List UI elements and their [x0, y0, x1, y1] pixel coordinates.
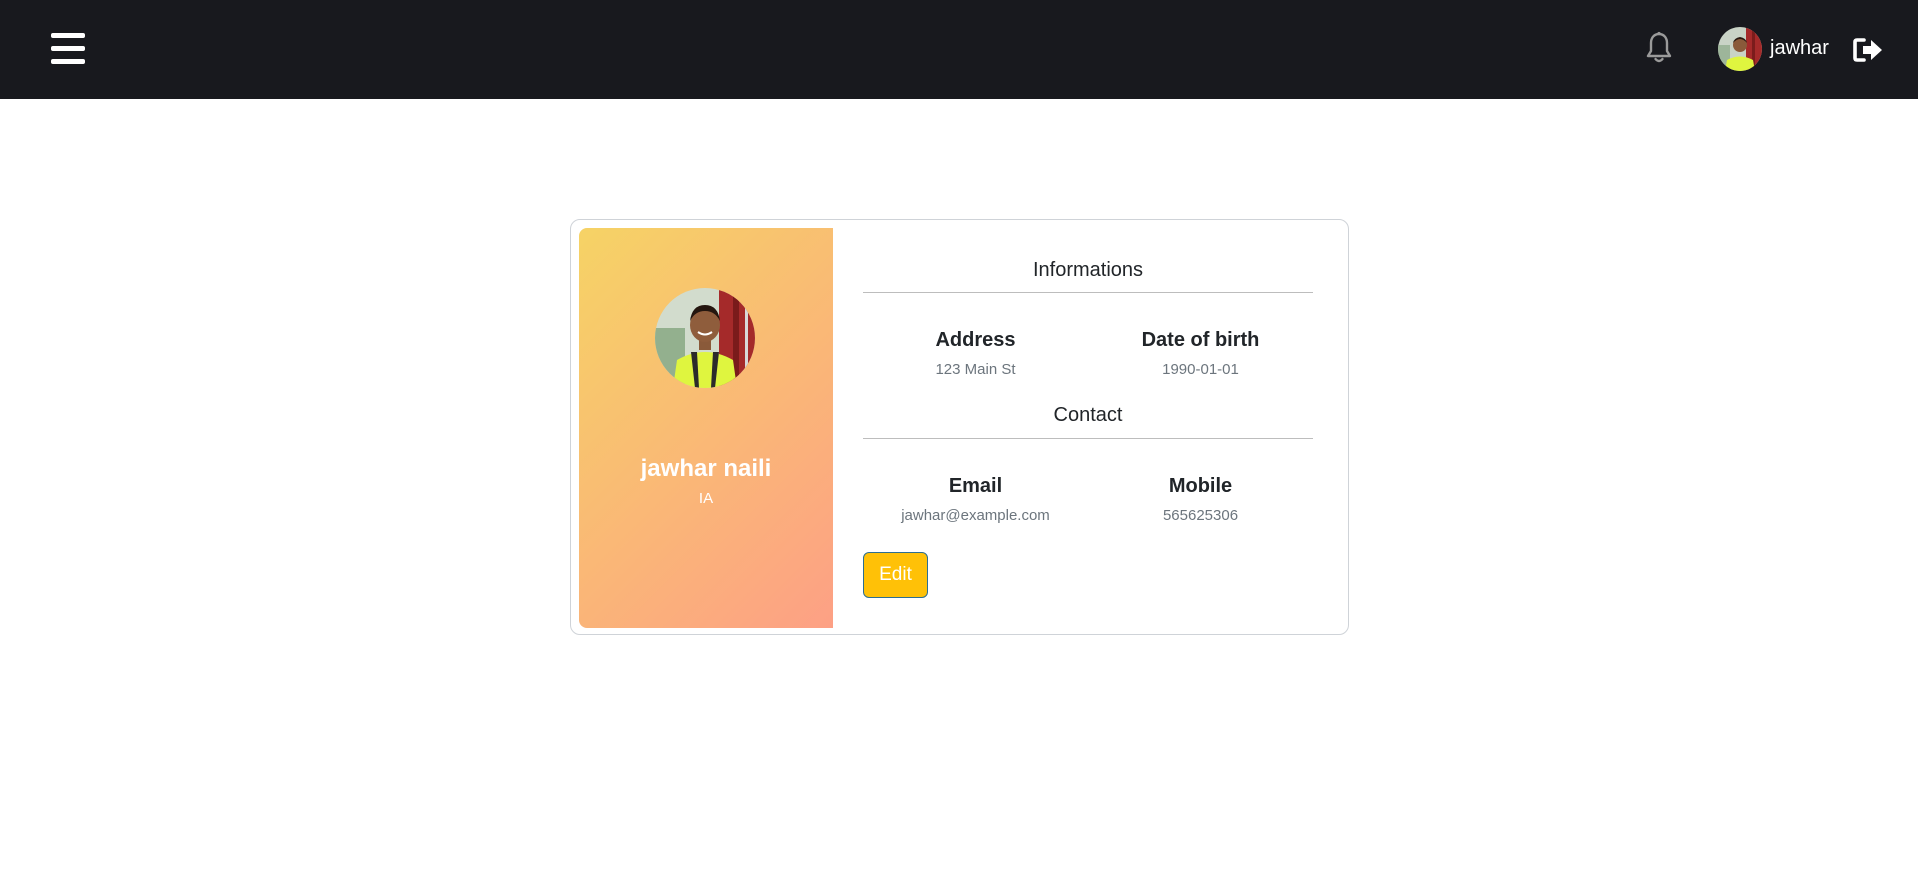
hamburger-menu-icon[interactable] — [48, 30, 88, 68]
profile-summary-panel: jawhar naili IA — [579, 228, 833, 628]
profile-photo — [655, 288, 755, 388]
profile-role: IA — [698, 490, 714, 507]
address-value: 123 Main St — [935, 361, 1016, 378]
address-label: Address — [935, 329, 1016, 351]
profile-name: jawhar naili — [640, 455, 772, 482]
contact-heading: Contact — [1053, 404, 1123, 426]
dob-label: Date of birth — [1141, 329, 1260, 351]
user-avatar[interactable] — [1718, 27, 1762, 71]
informations-heading: Informations — [1032, 259, 1144, 281]
profile-details-panel: Informations Address 123 Main St Date of… — [863, 220, 1313, 634]
profile-card: jawhar naili IA Informations Address 123… — [570, 219, 1349, 635]
mobile-value: 565625306 — [1162, 507, 1239, 524]
bell-icon[interactable] — [1644, 31, 1674, 65]
email-label: Email — [948, 475, 1003, 497]
username[interactable]: jawhar — [1770, 36, 1829, 60]
logout-icon[interactable] — [1852, 36, 1884, 64]
edit-button[interactable]: Edit — [863, 552, 928, 598]
informations-divider — [863, 292, 1313, 293]
email-value: jawhar@example.com — [901, 507, 1050, 524]
top-navbar: jawhar — [0, 0, 1918, 99]
contact-divider — [863, 438, 1313, 439]
dob-value: 1990-01-01 — [1162, 361, 1239, 378]
mobile-label: Mobile — [1168, 475, 1233, 497]
